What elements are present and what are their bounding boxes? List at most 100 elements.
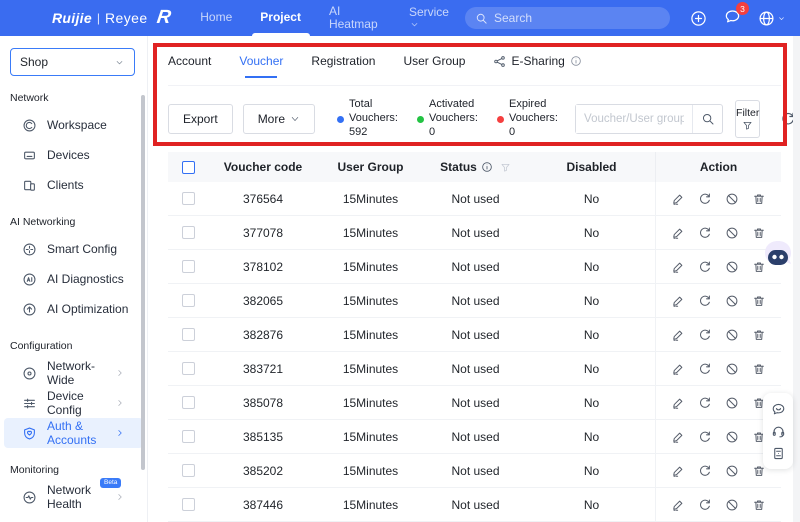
edit-icon[interactable] (671, 396, 685, 410)
user-group-cell: 15Minutes (342, 463, 399, 478)
select-all-checkbox[interactable] (181, 160, 195, 174)
column-header-disabled[interactable]: Disabled (528, 152, 655, 182)
tab-bar: Account Voucher Registration User Group E-Sh… (168, 54, 781, 86)
row-checkbox[interactable] (181, 294, 195, 307)
trash-icon[interactable] (752, 498, 766, 512)
column-header-voucher-code[interactable]: Voucher code (208, 152, 318, 182)
sidebar-item-ai-optimization[interactable]: AI Optimization (4, 294, 143, 324)
column-header-status[interactable]: Status (423, 152, 528, 182)
trash-icon[interactable] (752, 362, 766, 376)
search-submit-button[interactable] (692, 105, 722, 133)
support-headset-icon[interactable] (771, 424, 786, 439)
row-checkbox[interactable] (181, 430, 195, 443)
row-checkbox[interactable] (181, 396, 195, 409)
status-filter-funnel-icon[interactable] (500, 162, 511, 173)
edit-icon[interactable] (671, 328, 685, 342)
nav-item-service[interactable]: Service (395, 0, 463, 36)
sidebar-item-clients[interactable]: Clients (4, 170, 143, 200)
ban-icon[interactable] (725, 464, 739, 478)
top-navbar: Ruijie | Reyee R Home Project AI Heatmap Se… (0, 0, 800, 36)
assistant-mascot[interactable] (763, 240, 793, 272)
refresh-icon[interactable] (698, 294, 712, 308)
edit-icon[interactable] (671, 362, 685, 376)
tab-voucher[interactable]: Voucher (239, 54, 283, 78)
nav-item-ai-heatmap[interactable]: AI Heatmap (315, 0, 395, 36)
voucher-code-cell: 385202 (242, 463, 284, 478)
sidebar-item-network-wide[interactable]: Network-Wide (4, 358, 143, 388)
edit-icon[interactable] (671, 192, 685, 206)
ban-icon[interactable] (725, 328, 739, 342)
sidebar-scrollbar-thumb[interactable] (141, 95, 145, 470)
row-checkbox[interactable] (181, 498, 195, 511)
messages-button[interactable]: 3 (724, 2, 749, 28)
trash-icon[interactable] (752, 294, 766, 308)
edit-icon[interactable] (671, 260, 685, 274)
row-checkbox[interactable] (181, 192, 195, 205)
language-button[interactable] (758, 10, 786, 27)
refresh-icon[interactable] (698, 498, 712, 512)
tab-user-group[interactable]: User Group (403, 54, 465, 77)
voucher-code-cell: 376564 (242, 191, 284, 206)
sidebar-item-devices[interactable]: Devices (4, 140, 143, 170)
nav-search-input[interactable] (494, 11, 660, 25)
refresh-icon[interactable] (698, 260, 712, 274)
chevron-right-icon (115, 368, 125, 378)
row-checkbox[interactable] (181, 260, 195, 273)
row-checkbox[interactable] (181, 362, 195, 375)
trash-icon[interactable] (752, 328, 766, 342)
more-button[interactable]: More (242, 104, 316, 134)
sidebar-item-network-health[interactable]: Network Health Beta (4, 478, 143, 512)
refresh-icon[interactable] (698, 226, 712, 240)
voucher-search-input[interactable] (576, 105, 693, 133)
nav-item-project[interactable]: Project (246, 0, 315, 36)
page-scrollbar-track[interactable] (793, 36, 800, 522)
guide-document-icon[interactable] (771, 446, 786, 461)
table-row: 382876 15Minutes Not used No (168, 318, 781, 352)
trash-icon[interactable] (752, 226, 766, 240)
refresh-icon[interactable] (698, 192, 712, 206)
row-checkbox[interactable] (181, 328, 195, 341)
ban-icon[interactable] (725, 362, 739, 376)
edit-icon[interactable] (671, 294, 685, 308)
ban-icon[interactable] (725, 396, 739, 410)
table-row: 383721 15Minutes Not used No (168, 352, 781, 386)
sidebar-item-workspace[interactable]: Workspace (4, 110, 143, 140)
sidebar-item-smart-config[interactable]: Smart Config (4, 234, 143, 264)
nav-search[interactable] (465, 7, 670, 29)
edit-icon[interactable] (671, 430, 685, 444)
column-header-user-group[interactable]: User Group (318, 152, 423, 182)
trash-icon[interactable] (752, 192, 766, 206)
tab-e-sharing[interactable]: E-Sharing (493, 54, 581, 77)
sidebar-item-auth-accounts[interactable]: Auth & Accounts (4, 418, 143, 448)
tab-account[interactable]: Account (168, 54, 211, 77)
refresh-icon[interactable] (698, 464, 712, 478)
refresh-icon[interactable] (698, 328, 712, 342)
edit-icon[interactable] (671, 226, 685, 240)
add-project-icon[interactable] (690, 10, 707, 27)
tab-registration[interactable]: Registration (311, 54, 375, 77)
info-icon[interactable] (481, 161, 493, 173)
sidebar-item-device-config[interactable]: Device Config (4, 388, 143, 418)
ban-icon[interactable] (725, 192, 739, 206)
info-icon[interactable] (570, 55, 582, 67)
edit-icon[interactable] (671, 464, 685, 478)
chevron-right-icon (115, 492, 125, 502)
org-selector[interactable]: Shop (10, 48, 135, 76)
ban-icon[interactable] (725, 260, 739, 274)
row-checkbox[interactable] (181, 226, 195, 239)
ban-icon[interactable] (725, 226, 739, 240)
ban-icon[interactable] (725, 498, 739, 512)
feedback-smiley-icon[interactable] (771, 402, 786, 417)
brand-logo[interactable]: Ruijie | Reyee R (52, 7, 172, 29)
refresh-icon[interactable] (698, 362, 712, 376)
ban-icon[interactable] (725, 294, 739, 308)
refresh-icon[interactable] (698, 430, 712, 444)
nav-item-home[interactable]: Home (186, 0, 246, 36)
export-button[interactable]: Export (168, 104, 233, 134)
refresh-icon[interactable] (698, 396, 712, 410)
ban-icon[interactable] (725, 430, 739, 444)
row-checkbox[interactable] (181, 464, 195, 477)
sidebar-item-ai-diagnostics[interactable]: AI Diagnostics (4, 264, 143, 294)
edit-icon[interactable] (671, 498, 685, 512)
filter-button[interactable]: Filter (735, 100, 761, 138)
